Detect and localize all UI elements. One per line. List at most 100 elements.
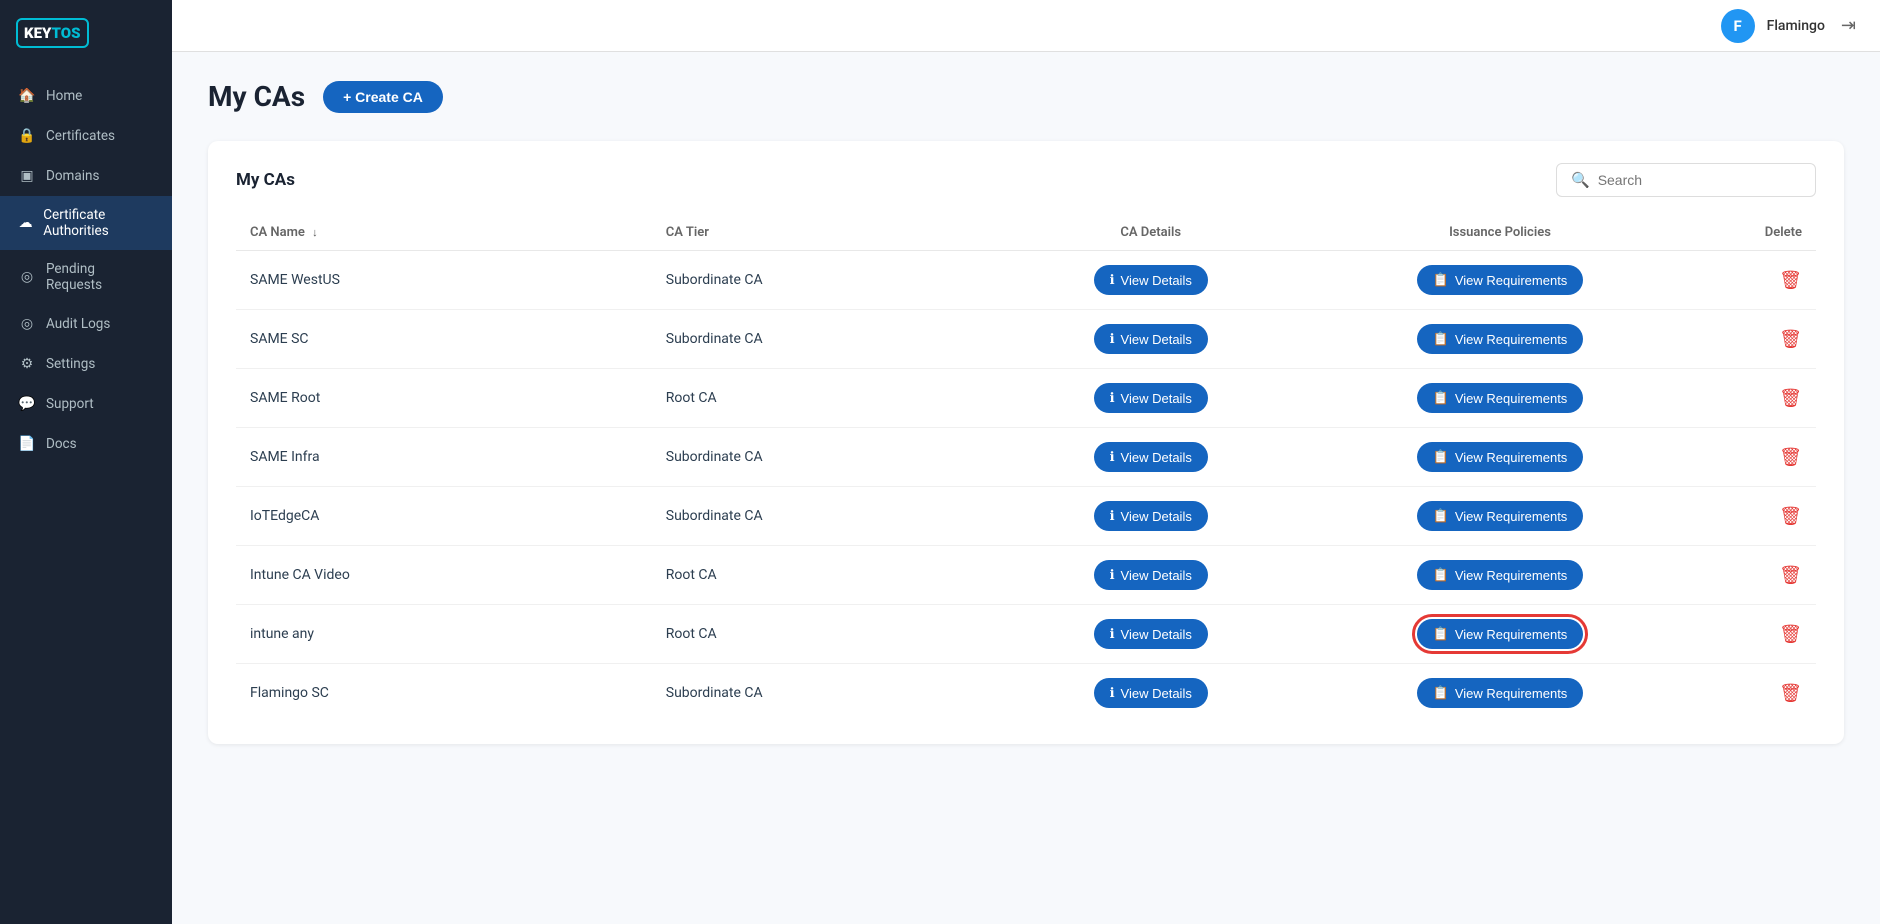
cell-ca-name: SAME Root — [236, 369, 652, 428]
col-header-ca-details: CA Details — [984, 215, 1317, 251]
info-icon: ℹ — [1110, 626, 1115, 642]
table-row: SAME InfraSubordinate CAℹView Details📋Vi… — [236, 428, 1816, 487]
cell-ca-tier: Root CA — [652, 605, 985, 664]
view-details-button[interactable]: ℹView Details — [1094, 619, 1208, 649]
info-icon: ℹ — [1110, 567, 1115, 583]
cell-ca-tier: Subordinate CA — [652, 487, 985, 546]
table-row: Flamingo SCSubordinate CAℹView Details📋V… — [236, 664, 1816, 723]
certificates-icon: 🔒 — [18, 127, 36, 145]
sidebar-item-certificate-authorities[interactable]: ☁ Certificate Authorities — [0, 196, 172, 250]
view-details-button[interactable]: ℹView Details — [1094, 560, 1208, 590]
logo-key: KEY — [24, 24, 52, 42]
sidebar-item-docs[interactable]: 📄 Docs — [0, 424, 172, 464]
sidebar-item-pending-label: Pending Requests — [46, 261, 154, 293]
create-ca-button[interactable]: + Create CA — [323, 81, 443, 113]
sidebar-item-ca-label: Certificate Authorities — [43, 207, 154, 239]
sidebar-item-support[interactable]: 💬 Support — [0, 384, 172, 424]
sidebar-item-certificates[interactable]: 🔒 Certificates — [0, 116, 172, 156]
sidebar-item-domains-label: Domains — [46, 168, 99, 184]
cell-ca-details: ℹView Details — [984, 369, 1317, 428]
info-icon: ℹ — [1110, 508, 1115, 524]
table-row: SAME RootRoot CAℹView Details📋View Requi… — [236, 369, 1816, 428]
cell-issuance-policies: 📋View Requirements — [1317, 369, 1683, 428]
user-name: Flamingo — [1767, 18, 1825, 34]
view-details-button[interactable]: ℹView Details — [1094, 501, 1208, 531]
search-icon: 🔍 — [1571, 171, 1590, 189]
col-header-ca-name: CA Name ↓ — [236, 215, 652, 251]
table-header-row: My CAs 🔍 — [236, 163, 1816, 197]
view-details-button[interactable]: ℹView Details — [1094, 265, 1208, 295]
delete-icon[interactable]: 🗑 — [1779, 388, 1802, 409]
info-icon: ℹ — [1110, 331, 1115, 347]
delete-icon[interactable]: 🗑 — [1779, 683, 1802, 704]
cell-ca-name: Intune CA Video — [236, 546, 652, 605]
sort-arrow-icon: ↓ — [312, 226, 318, 239]
cell-ca-tier: Subordinate CA — [652, 251, 985, 310]
view-requirements-button[interactable]: 📋View Requirements — [1417, 560, 1584, 590]
view-requirements-button[interactable]: 📋View Requirements — [1417, 678, 1584, 708]
view-requirements-button[interactable]: 📋View Requirements — [1417, 383, 1584, 413]
sidebar-item-certificates-label: Certificates — [46, 128, 115, 144]
logo: KEYTOS — [0, 0, 172, 68]
cell-ca-details: ℹView Details — [984, 251, 1317, 310]
view-requirements-button[interactable]: 📋View Requirements — [1417, 324, 1584, 354]
view-details-button[interactable]: ℹView Details — [1094, 678, 1208, 708]
table-row: IoTEdgeCASubordinate CA ℹView Details 📋Vie… — [236, 487, 1816, 546]
table-row: Intune CA VideoRoot CAℹView Details📋View… — [236, 546, 1816, 605]
sidebar-item-domains[interactable]: ▣ Domains — [0, 156, 172, 196]
view-requirements-button[interactable]: 📋View Requirements — [1417, 442, 1584, 472]
content-area: My CAs + Create CA My CAs 🔍 CA Name ↓ — [172, 52, 1880, 924]
cell-delete: 🗑 — [1683, 605, 1816, 664]
cell-ca-name: SAME Infra — [236, 428, 652, 487]
view-details-button[interactable]: ℹView Details — [1094, 442, 1208, 472]
cell-ca-details: ℹView Details — [984, 546, 1317, 605]
sidebar-item-pending-requests[interactable]: ◎ Pending Requests — [0, 250, 172, 304]
cell-issuance-policies: 📋View Requirements — [1317, 664, 1683, 723]
table-row: SAME SCSubordinate CAℹView Details📋View … — [236, 310, 1816, 369]
info-icon: ℹ — [1110, 449, 1115, 465]
delete-icon[interactable]: 🗑 — [1779, 624, 1802, 645]
cell-ca-tier: Subordinate CA — [652, 664, 985, 723]
table-head: CA Name ↓ CA Tier CA Details Issuance Po… — [236, 215, 1816, 251]
delete-icon[interactable]: 🗑 — [1779, 270, 1802, 291]
cell-ca-name: SAME WestUS — [236, 251, 652, 310]
cell-ca-name: SAME SC — [236, 310, 652, 369]
sidebar-item-settings[interactable]: ⚙ Settings — [0, 344, 172, 384]
cell-ca-details: ℹView Details — [984, 605, 1317, 664]
page-header: My CAs + Create CA — [208, 80, 1844, 113]
view-details-button[interactable]: ℹView Details — [1094, 324, 1208, 354]
delete-icon[interactable]: 🗑 — [1779, 447, 1802, 468]
cell-delete: 🗑 — [1683, 369, 1816, 428]
table-header-row-cols: CA Name ↓ CA Tier CA Details Issuance Po… — [236, 215, 1816, 251]
search-input[interactable] — [1598, 172, 1801, 188]
view-requirements-button[interactable]: 📋View Requirements — [1417, 265, 1584, 295]
cell-ca-name: IoTEdgeCA — [236, 487, 652, 546]
doc-icon: 📋 — [1433, 449, 1449, 465]
search-box[interactable]: 🔍 — [1556, 163, 1816, 197]
avatar: F — [1721, 9, 1755, 43]
delete-icon[interactable]: 🗑 — [1779, 565, 1802, 586]
cell-delete: 🗑 — [1683, 546, 1816, 605]
view-details-button[interactable]: ℹView Details — [1094, 383, 1208, 413]
cell-ca-details: ℹView Details — [984, 487, 1317, 546]
doc-icon: 📋 — [1433, 331, 1449, 347]
doc-icon: 📋 — [1433, 567, 1449, 583]
sidebar-item-home-label: Home — [46, 88, 82, 104]
logout-button[interactable]: ⇥ — [1837, 11, 1860, 40]
view-requirements-button[interactable]: 📋View Requirements — [1417, 619, 1584, 649]
info-icon: ℹ — [1110, 390, 1115, 406]
doc-icon: 📋 — [1433, 272, 1449, 288]
audit-logs-icon: ◎ — [18, 315, 36, 333]
docs-icon: 📄 — [18, 435, 36, 453]
sidebar-item-audit-logs[interactable]: ◎ Audit Logs — [0, 304, 172, 344]
col-header-delete: Delete — [1683, 215, 1816, 251]
delete-icon[interactable]: 🗑 — [1779, 506, 1802, 527]
view-requirements-button[interactable]: 📋View Requirements — [1417, 501, 1584, 531]
doc-icon: 📋 — [1433, 390, 1449, 406]
cell-delete: 🗑 — [1683, 310, 1816, 369]
delete-icon[interactable]: 🗑 — [1779, 329, 1802, 350]
sidebar-item-home[interactable]: 🏠 Home — [0, 76, 172, 116]
support-icon: 💬 — [18, 395, 36, 413]
sidebar-item-docs-label: Docs — [46, 436, 77, 452]
table-body: SAME WestUSSubordinate CAℹView Details📋V… — [236, 251, 1816, 723]
